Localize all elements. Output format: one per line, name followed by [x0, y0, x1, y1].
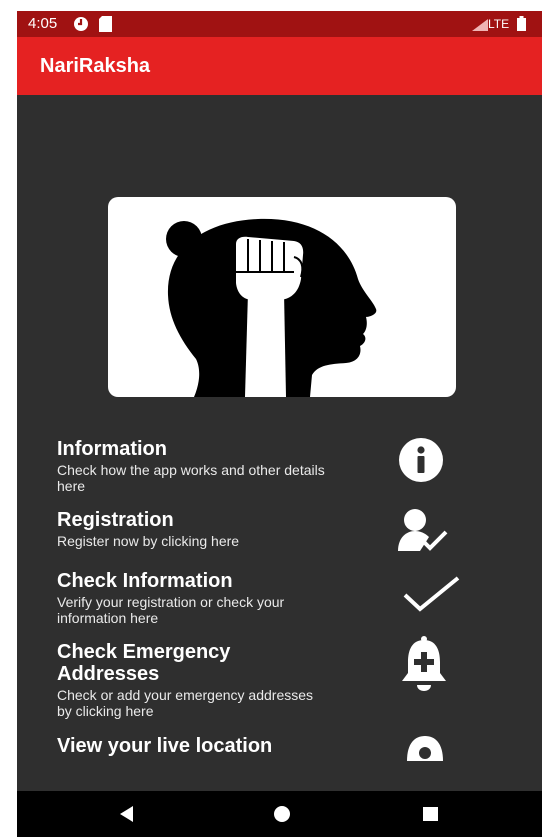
checkmark-icon[interactable] [402, 575, 462, 618]
menu-item-title: Check Emergency Addresses [57, 641, 231, 685]
hero-image [108, 197, 456, 397]
bell-plus-icon[interactable] [400, 635, 448, 700]
recents-icon[interactable] [421, 791, 441, 837]
status-bar: 4:05 LTE [17, 11, 542, 37]
status-time: 4:05 [28, 15, 58, 32]
nav-bar [17, 791, 542, 837]
location-icon[interactable] [405, 735, 445, 766]
app-title: NariRaksha [40, 55, 151, 77]
menu-item-description: Check how the app works and other detail… [57, 462, 325, 494]
woman-fist-logo [166, 218, 377, 397]
back-icon[interactable] [117, 791, 139, 837]
menu-item-description: Verify your registration or check your i… [57, 594, 285, 626]
info-icon[interactable] [398, 437, 444, 488]
user-check-icon[interactable] [398, 507, 464, 556]
network-type: LTE [488, 17, 510, 31]
sync-icon [73, 16, 89, 37]
home-icon[interactable] [272, 791, 292, 837]
app-bar: NariRaksha [17, 37, 542, 95]
phone-screen: 4:05 LTE NariRaksha Information Check ho… [17, 11, 542, 837]
battery-icon [517, 16, 526, 36]
signal-icon [472, 18, 488, 36]
sd-card-icon [99, 16, 112, 37]
menu-item-description: Check or add your emergency addresses by… [57, 687, 314, 719]
menu-item-description: Register now by clicking here [57, 533, 240, 549]
